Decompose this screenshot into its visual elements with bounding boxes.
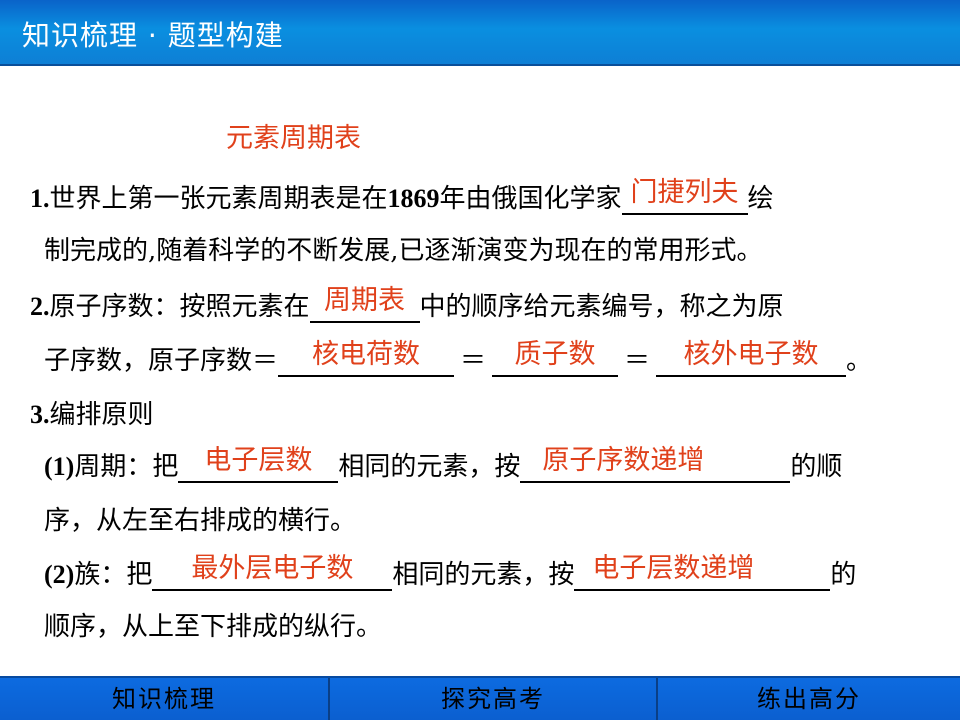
item2-end: 。 (846, 346, 873, 376)
item2-answer3: 质子数 (514, 339, 596, 370)
item1-answer: 门捷列夫 (630, 177, 739, 208)
item2-text-b: 中的顺序给元素编号，称之为原 (419, 292, 784, 322)
item1-text-c: 绘 (747, 184, 774, 214)
item2-blank3: 质子数 (492, 339, 619, 377)
item2-line1: 2.原子序数：按照元素在 周期表 中的顺序给元素编号，称之为原 (30, 285, 784, 323)
sub1-text-a: 周期：把 (74, 452, 179, 482)
sub1-line1: (1)周期：把 电子层数 相同的元素，按 原子序数递增 的顺 (44, 445, 843, 483)
sub1-text-b: 相同的元素，按 (338, 452, 521, 482)
sub2-line2: 顺序，从上至下排成的纵行。 (44, 612, 383, 642)
bottom-nav: 知识梳理 探究高考 练出高分 (0, 676, 960, 720)
sub2-text-b: 相同的元素，按 (392, 560, 575, 590)
item1-blank: 门捷列夫 (621, 177, 748, 215)
item2-equals1: ＝ (460, 346, 487, 376)
item2-number: 2. (30, 292, 50, 321)
item3-text: 编排原则 (49, 400, 154, 430)
item1-line1: 1.世界上第一张元素周期表是在1869年由俄国化学家 门捷列夫绘 (30, 177, 774, 215)
item2-blank1: 周期表 (309, 285, 420, 323)
sub1-text-c: 的顺 (790, 452, 843, 482)
item1-text-a: 世界上第一张元素周期表是在 (49, 184, 388, 214)
sub1-line2: 序，从左至右排成的横行。 (44, 506, 357, 536)
sub2-blank1: 最外层电子数 (152, 553, 393, 591)
item1-year: 1869 (387, 184, 440, 213)
item3-number: 3. (30, 400, 50, 429)
item1-line2: 制完成的,随着科学的不断发展,已逐渐演变为现在的常用形式。 (44, 236, 763, 266)
item2-line2-text: 子序数，原子序数＝ (44, 346, 279, 376)
sub2-blank2: 电子层数递增 (574, 553, 831, 591)
sub1-answer1: 电子层数 (204, 445, 313, 476)
sub1-answer2: 原子序数递增 (542, 445, 705, 476)
nav-zhishi[interactable]: 知识梳理 (0, 678, 328, 720)
item2-line2: 子序数，原子序数＝ 核电荷数 ＝ 质子数 ＝ 核外电子数。 (44, 339, 873, 377)
item2-equals2: ＝ (624, 346, 651, 376)
item2-text-a: 原子序数：按照元素在 (49, 292, 310, 322)
item2-answer2: 核电荷数 (312, 339, 421, 370)
nav-lianchu[interactable]: 练出高分 (658, 678, 960, 720)
item1-number: 1. (30, 184, 50, 213)
sub2-number: (2) (44, 560, 75, 589)
sub2-answer2: 电子层数递增 (592, 553, 755, 584)
sub1-blank1: 电子层数 (178, 445, 339, 483)
sub2-line1: (2)族：把 最外层电子数 相同的元素，按 电子层数递增 的 (44, 553, 857, 591)
item2-blank2: 核电荷数 (278, 339, 455, 377)
item2-blank4: 核外电子数 (656, 339, 847, 377)
sub1-blank2: 原子序数递增 (520, 445, 791, 483)
sub2-answer1: 最外层电子数 (191, 553, 354, 584)
sub2-text-a: 族：把 (74, 560, 153, 590)
item3-line: 3.编排原则 (30, 394, 154, 431)
section-heading: 元素周期表 (226, 123, 361, 154)
sub2-text-c: 的 (830, 560, 857, 590)
sub1-number: (1) (44, 452, 75, 481)
header-bar: 知识梳理 · 题型构建 (0, 0, 960, 66)
item2-answer4: 核外电子数 (683, 339, 819, 370)
item2-answer1: 周期表 (324, 285, 406, 316)
nav-tanjiu[interactable]: 探究高考 (330, 678, 656, 720)
item1-text-b: 年由俄国化学家 (439, 184, 622, 214)
page-title: 知识梳理 · 题型构建 (22, 19, 284, 52)
